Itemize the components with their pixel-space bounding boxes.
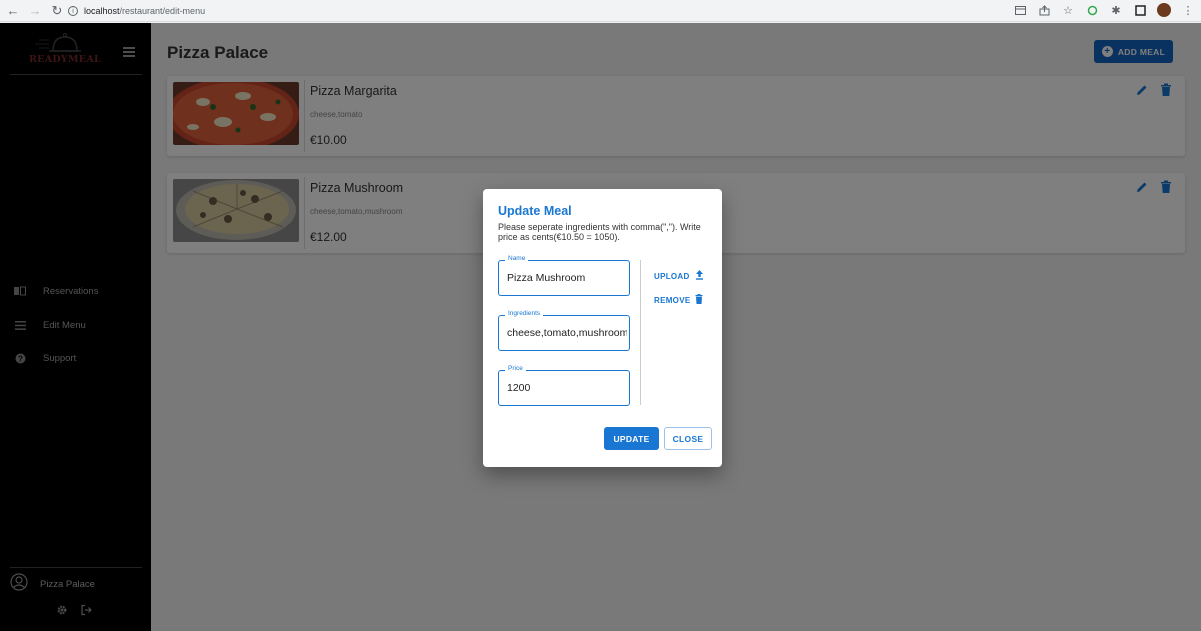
url-host: localhost (84, 6, 120, 16)
remove-image-button[interactable]: REMOVE (654, 294, 703, 306)
remove-label: REMOVE (654, 295, 691, 305)
more-menu-icon[interactable]: ⋮ (1181, 3, 1195, 17)
name-field-value[interactable]: Pizza Mushroom (507, 272, 627, 284)
share-icon[interactable] (1037, 3, 1051, 17)
price-field[interactable]: Price 1200 (498, 365, 630, 406)
upload-icon (695, 270, 704, 282)
update-button[interactable]: UPDATE (604, 427, 659, 450)
browser-toolbar: ← → ↻ i localhost/restaurant/edit-menu ☆… (0, 0, 1201, 22)
dialog-title: Update Meal (498, 204, 572, 218)
price-field-value[interactable]: 1200 (507, 382, 627, 394)
close-button[interactable]: CLOSE (664, 427, 712, 450)
ingredients-field-value[interactable]: cheese,tomato,mushroom (507, 327, 627, 339)
back-icon[interactable]: ← (4, 2, 22, 20)
profile-avatar-icon[interactable] (1157, 3, 1171, 17)
puzzle-icon[interactable]: ✱ (1109, 3, 1123, 17)
upload-label: UPLOAD (654, 271, 690, 281)
forward-icon[interactable]: → (26, 2, 44, 20)
url-path: /restaurant/edit-menu (119, 6, 206, 16)
delete-trash-icon (695, 294, 703, 306)
dialog-description: Please seperate ingredients with comma("… (498, 222, 701, 242)
dialog-divider (640, 260, 641, 405)
side-panel-icon[interactable] (1133, 3, 1147, 17)
bookmark-star-icon[interactable]: ☆ (1061, 3, 1075, 17)
ingredients-field-label: Ingredients (505, 310, 544, 317)
extension-icon[interactable] (1085, 3, 1099, 17)
name-field-label: Name (505, 255, 529, 262)
price-field-label: Price (505, 365, 526, 372)
info-icon[interactable]: i (68, 6, 78, 16)
tab-search-icon[interactable] (1013, 3, 1027, 17)
update-meal-dialog: Update Meal Please seperate ingredients … (483, 189, 722, 467)
reload-icon[interactable]: ↻ (48, 2, 66, 20)
upload-image-button[interactable]: UPLOAD (654, 270, 704, 282)
ingredients-field[interactable]: Ingredients cheese,tomato,mushroom (498, 310, 630, 351)
address-bar[interactable]: i localhost/restaurant/edit-menu (68, 2, 1108, 20)
name-field[interactable]: Name Pizza Mushroom (498, 255, 630, 296)
